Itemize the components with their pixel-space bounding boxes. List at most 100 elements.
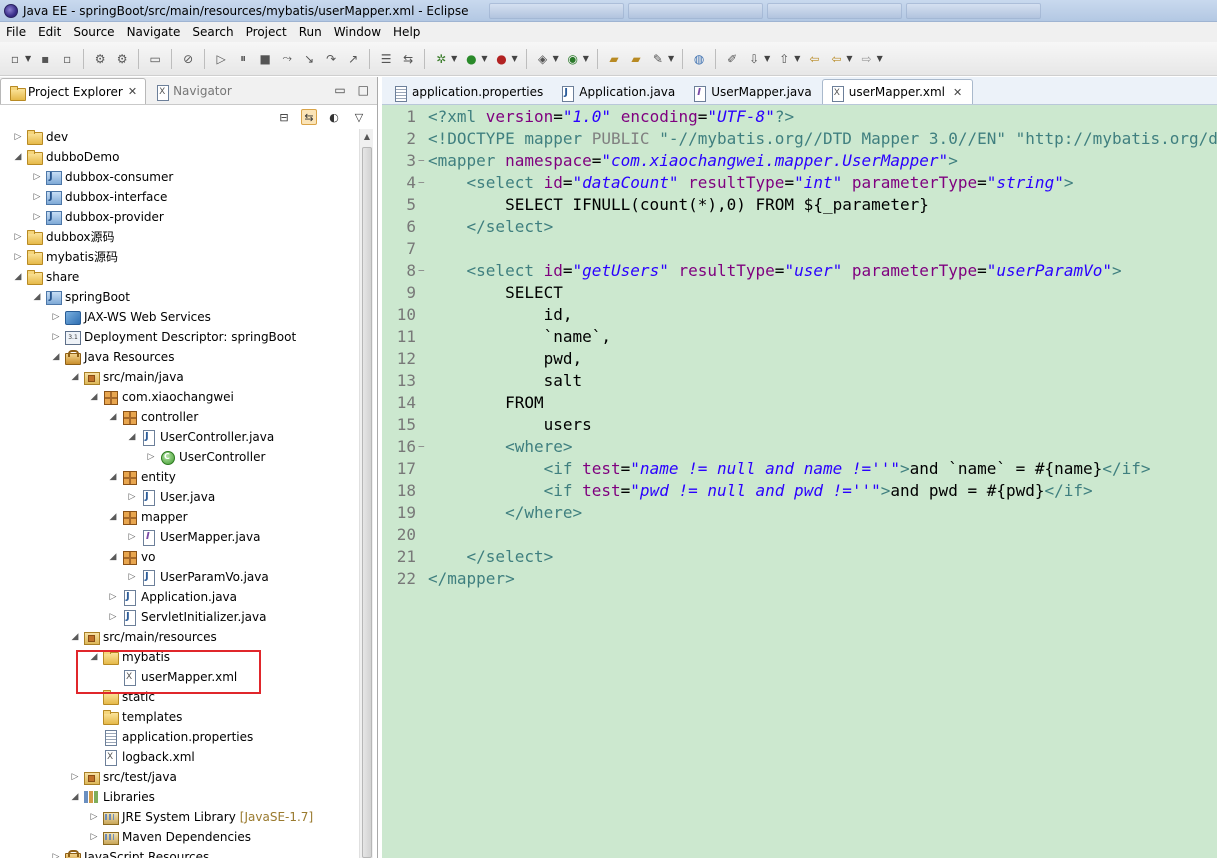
collapsed-arrow-icon[interactable]: ▷ <box>126 487 138 507</box>
expanded-arrow-icon[interactable]: ◢ <box>88 387 100 407</box>
collapsed-arrow-icon[interactable]: ▷ <box>12 129 24 147</box>
expanded-arrow-icon[interactable]: ◢ <box>69 367 81 387</box>
menu-item-edit[interactable]: Edit <box>32 25 67 39</box>
tree-item[interactable]: ▷ JavaScript Resources <box>50 847 209 858</box>
menu-item-run[interactable]: Run <box>293 25 328 39</box>
open-type-icon[interactable]: ▰ <box>605 50 623 68</box>
toggle-mark-occurrences-icon[interactable]: ✐ <box>723 50 741 68</box>
external-tools-dropdown-icon[interactable]: ▼ <box>511 54 517 63</box>
expanded-arrow-icon[interactable]: ◢ <box>31 287 43 307</box>
open-resource-icon[interactable]: ▰ <box>627 50 645 68</box>
new-dropdown-icon[interactable]: ▼ <box>25 54 31 63</box>
menu-item-navigate[interactable]: Navigate <box>121 25 187 39</box>
scroll-up-icon[interactable]: ▲ <box>360 129 374 145</box>
step-over-icon[interactable]: ↷ <box>322 50 340 68</box>
maximize-icon[interactable]: □ <box>358 83 369 97</box>
focus-on-active-task-icon[interactable]: ◐ <box>326 109 342 125</box>
debug-icon[interactable]: ✲ <box>432 50 450 68</box>
tree-item[interactable]: ▷ dev <box>12 129 68 147</box>
tree-scrollbar[interactable]: ▲ <box>359 129 373 858</box>
tree-item[interactable]: ▷ Maven Dependencies <box>88 827 251 847</box>
tree-item[interactable]: ▷ Deployment Descriptor: springBoot <box>50 327 296 347</box>
new-class-icon[interactable]: ◉ <box>564 50 582 68</box>
new-server-dropdown-icon[interactable]: ▼ <box>553 54 559 63</box>
collapsed-arrow-icon[interactable]: ▷ <box>145 447 157 467</box>
collapsed-arrow-icon[interactable]: ▷ <box>50 327 62 347</box>
skip-breakpoints-icon[interactable]: ⊘ <box>179 50 197 68</box>
tree-item[interactable]: ◢ mapper <box>107 507 188 527</box>
view-menu-icon[interactable]: ▽ <box>351 109 367 125</box>
taskbar-window[interactable] <box>905 2 1041 19</box>
collapsed-arrow-icon[interactable]: ▷ <box>126 527 138 547</box>
back-dropdown-icon[interactable]: ▼ <box>846 54 852 63</box>
new-class-dropdown-icon[interactable]: ▼ <box>583 54 589 63</box>
tree-item[interactable]: ▷ ServletInitializer.java <box>107 607 266 627</box>
tree-item[interactable]: ◢ vo <box>107 547 155 567</box>
tree-item[interactable]: ◢ springBoot <box>31 287 130 307</box>
collapsed-arrow-icon[interactable]: ▷ <box>50 307 62 327</box>
tree-item[interactable]: ▷ dubbox-consumer <box>31 167 173 187</box>
menu-item-source[interactable]: Source <box>67 25 120 39</box>
tree-item[interactable]: ◢ share <box>12 267 79 287</box>
editor-tab[interactable]: UserMapper.java <box>685 79 821 104</box>
save-icon[interactable]: ▪ <box>36 50 54 68</box>
run-icon[interactable]: ● <box>462 50 480 68</box>
tree-item[interactable]: ◢ src/main/resources <box>69 627 217 647</box>
menu-item-help[interactable]: Help <box>387 25 426 39</box>
open-browser-icon[interactable]: ◍ <box>690 50 708 68</box>
expanded-arrow-icon[interactable]: ◢ <box>12 147 24 167</box>
tree-item[interactable]: ◢ dubboDemo <box>12 147 119 167</box>
collapsed-arrow-icon[interactable]: ▷ <box>107 607 119 627</box>
disconnect-icon[interactable]: ⤳ <box>278 50 296 68</box>
fold-marker-icon[interactable]: − <box>418 260 428 282</box>
editor-tab[interactable]: userMapper.xml ✕ <box>821 79 974 104</box>
editor-tab[interactable]: Application.java <box>553 79 685 104</box>
step-return-icon[interactable]: ↗ <box>344 50 362 68</box>
terminate-icon[interactable]: ■ <box>256 50 274 68</box>
link-with-editor-icon[interactable]: ⇆ <box>301 109 317 125</box>
tree-item[interactable]: ▷ User.java <box>126 487 215 507</box>
tree-item[interactable]: ▷ dubbox-provider <box>31 207 164 227</box>
collapsed-arrow-icon[interactable]: ▷ <box>31 167 43 187</box>
tree-item[interactable]: ▷ JAX-WS Web Services <box>50 307 211 327</box>
tab-navigator[interactable]: Navigator <box>146 78 240 104</box>
link-icon[interactable]: ⇆ <box>399 50 417 68</box>
forward-dropdown-icon[interactable]: ▼ <box>877 54 883 63</box>
previous-annotation-icon[interactable]: ⇧ <box>775 50 793 68</box>
new-server-icon[interactable]: ◈ <box>534 50 552 68</box>
tree-item[interactable]: ▷ UserParamVo.java <box>126 567 269 587</box>
taskbar-window[interactable] <box>627 2 763 19</box>
tree-item[interactable]: ▷ UserMapper.java <box>126 527 260 547</box>
expanded-arrow-icon[interactable]: ◢ <box>50 347 62 367</box>
tree-item[interactable]: ▷ UserController <box>145 447 265 467</box>
tree-item[interactable]: application.properties <box>88 727 253 747</box>
tree-item[interactable]: ◢ src/main/java <box>69 367 184 387</box>
collapsed-arrow-icon[interactable]: ▷ <box>31 187 43 207</box>
save-all-icon[interactable]: ▫ <box>58 50 76 68</box>
expanded-arrow-icon[interactable]: ◢ <box>126 427 138 447</box>
debug-dropdown-icon[interactable]: ▼ <box>451 54 457 63</box>
menu-item-search[interactable]: Search <box>186 25 239 39</box>
tree-item[interactable]: ◢ UserController.java <box>126 427 274 447</box>
collapsed-arrow-icon[interactable]: ▷ <box>50 847 62 858</box>
code-editor[interactable]: 1 <?xml version="1.0" encoding="UTF-8"?> 2… <box>382 105 1217 858</box>
previous-annotation-dropdown-icon[interactable]: ▼ <box>794 54 800 63</box>
tree-item[interactable]: ▷ mybatis源码 <box>12 247 118 267</box>
taskbar-window[interactable] <box>766 2 902 19</box>
tree-item[interactable]: ▷ JRE System Library [JavaSE-1.7] <box>88 807 313 827</box>
step-into-icon[interactable]: ↘ <box>300 50 318 68</box>
suspend-icon[interactable]: ⏸ <box>234 50 252 68</box>
collapsed-arrow-icon[interactable]: ▷ <box>69 767 81 787</box>
run-dropdown-icon[interactable]: ▼ <box>481 54 487 63</box>
fold-marker-icon[interactable]: − <box>418 150 428 172</box>
tree-item[interactable]: ▷ src/test/java <box>69 767 177 787</box>
expanded-arrow-icon[interactable]: ◢ <box>69 787 81 807</box>
scrollbar-thumb[interactable] <box>362 147 372 858</box>
expanded-arrow-icon[interactable]: ◢ <box>107 547 119 567</box>
external-tools-icon[interactable]: ● <box>492 50 510 68</box>
next-annotation-dropdown-icon[interactable]: ▼ <box>764 54 770 63</box>
new-icon[interactable]: ▫ <box>6 50 24 68</box>
collapsed-arrow-icon[interactable]: ▷ <box>12 227 24 247</box>
tree-item[interactable]: templates <box>88 707 182 727</box>
tree-item[interactable]: ◢ entity <box>107 467 176 487</box>
